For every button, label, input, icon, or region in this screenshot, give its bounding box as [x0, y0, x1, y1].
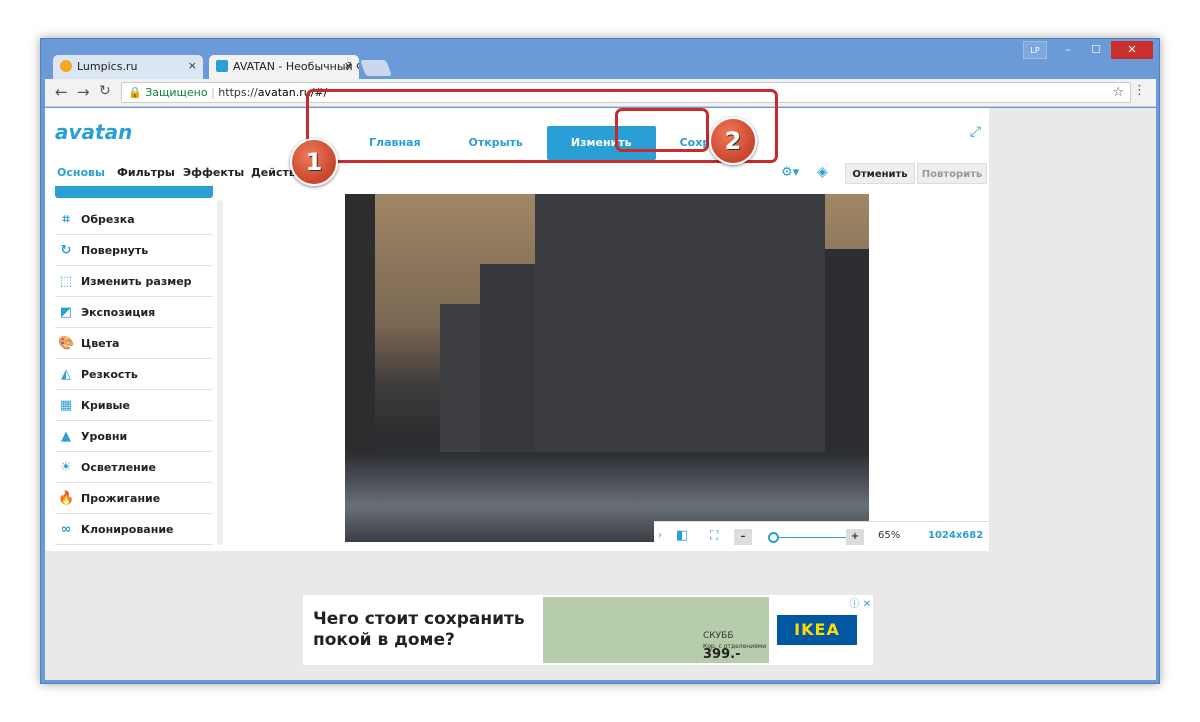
back-arrow-icon[interactable]: ←	[55, 83, 68, 101]
reload-icon[interactable]: ↻	[99, 83, 111, 99]
image-size: 1024x682	[928, 530, 984, 541]
avatan-app: avatan Главная Открыть Изменить Сохранит…	[45, 108, 989, 551]
sun-icon: ☀	[60, 460, 72, 475]
window-controls: LP – ☐ ✕	[1023, 41, 1153, 59]
avatan-favicon-icon	[216, 60, 228, 72]
step-badge-1: 1	[290, 138, 338, 186]
lock-icon: 🔒	[128, 86, 142, 99]
sidebar-top-button[interactable]	[55, 186, 213, 198]
forward-arrow-icon[interactable]: →	[77, 83, 90, 101]
address-separator: |	[211, 86, 215, 99]
sharpness-icon: ◭	[61, 367, 71, 382]
rotate-icon: ↻	[60, 243, 72, 258]
tab-title: AVATAN - Необычный Ф	[233, 60, 359, 73]
subnav-basics[interactable]: Основы	[57, 166, 105, 179]
fit-screen-icon[interactable]: ⛶	[710, 528, 718, 543]
tab-title: Lumpics.ru	[77, 60, 138, 73]
flame-icon: 🔥	[58, 491, 75, 506]
subnav-effects[interactable]: Эффекты	[183, 166, 244, 179]
tool-exposure[interactable]: ◩ Экспозиция	[55, 297, 213, 328]
tool-resize[interactable]: ⬚ Изменить размер	[55, 266, 213, 297]
ad-close-icon[interactable]: ⓘ ✕	[849, 595, 871, 610]
tab-avatan[interactable]: AVATAN - Необычный Ф ×	[209, 55, 359, 79]
zoom-in-button[interactable]: +	[846, 529, 864, 545]
compare-icon[interactable]: ◧	[676, 528, 688, 543]
title-bar: Lumpics.ru × AVATAN - Необычный Ф × LP –…	[41, 39, 1159, 79]
ad-banner[interactable]: Чего стоит сохранить покой в доме? СКУББ…	[303, 595, 873, 665]
levels-icon: ▲	[61, 429, 71, 444]
maximize-button[interactable]: ☐	[1083, 41, 1109, 59]
zoom-slider-track[interactable]	[774, 537, 846, 538]
tool-colors[interactable]: 🎨 Цвета	[55, 328, 213, 359]
tool-rotate[interactable]: ↻ Повернуть	[55, 235, 213, 266]
minimize-button[interactable]: –	[1055, 41, 1081, 59]
lumpics-favicon-icon	[60, 60, 72, 72]
sub-nav: Основы Фильтры Эффекты Действ ⚙▾ ◈ Отмен…	[45, 163, 989, 185]
photo-building-right	[825, 249, 869, 459]
tab-close-icon[interactable]: ×	[344, 59, 353, 72]
zoom-level: 65%	[878, 530, 901, 541]
highlight-save	[615, 108, 709, 152]
kebab-menu-icon[interactable]: ⋮	[1133, 83, 1146, 98]
palette-icon: 🎨	[58, 336, 75, 351]
photo-main-building	[535, 194, 825, 459]
photo-building	[440, 304, 480, 474]
photo-building	[480, 264, 535, 479]
tool-dodge[interactable]: ☀ Осветление	[55, 452, 213, 483]
redo-button[interactable]: Повторить	[917, 163, 987, 184]
tab-close-icon[interactable]: ×	[188, 59, 197, 72]
tool-clone[interactable]: ∞ Клонирование	[55, 514, 213, 545]
tool-burn[interactable]: 🔥 Прожигание	[55, 483, 213, 514]
exposure-icon: ◩	[59, 305, 73, 320]
subnav-filters[interactable]: Фильтры	[117, 166, 175, 179]
ad-headline: Чего стоит сохранить покой в доме?	[313, 609, 525, 650]
close-window-button[interactable]: ✕	[1111, 41, 1153, 59]
undo-button[interactable]: Отменить	[845, 163, 915, 184]
collapse-chevron-icon[interactable]: ›	[658, 530, 662, 541]
step-badge-2: 2	[709, 117, 757, 165]
url-scheme: https://	[218, 86, 258, 99]
tool-sharpness[interactable]: ◭ Резкость	[55, 359, 213, 390]
settings-gear-icon[interactable]: ⚙▾	[781, 165, 799, 180]
page-viewport: avatan Главная Открыть Изменить Сохранит…	[45, 108, 1156, 680]
tool-crop[interactable]: ⌗ Обрезка	[55, 204, 213, 235]
zoom-out-button[interactable]: –	[734, 529, 752, 545]
tools-sidebar: ⌗ Обрезка ↻ Повернуть ⬚ Изменить размер ◩ Эк…	[55, 186, 225, 549]
new-tab-button[interactable]	[360, 60, 392, 76]
tool-levels[interactable]: ▲ Уровни	[55, 421, 213, 452]
fullscreen-expand-icon[interactable]: ⤢	[970, 124, 981, 140]
clone-icon: ∞	[60, 522, 72, 537]
ad-price: 399.-	[703, 647, 741, 662]
canvas-photo[interactable]	[345, 194, 869, 542]
subnav-actions[interactable]: Действ	[251, 166, 296, 179]
ikea-logo: IKEA	[777, 615, 857, 645]
profile-button[interactable]: LP	[1023, 41, 1047, 59]
crop-icon: ⌗	[62, 212, 70, 227]
resize-icon: ⬚	[59, 274, 73, 289]
zoom-slider-handle[interactable]	[768, 532, 779, 543]
bookmark-star-icon[interactable]: ☆	[1112, 83, 1124, 102]
tool-curves[interactable]: ▦ Кривые	[55, 390, 213, 421]
zoom-bar: › ◧ ⛶ – + 65% 1024x682	[654, 521, 989, 551]
secure-label: Защищено	[145, 86, 208, 99]
avatan-logo[interactable]: avatan	[55, 120, 132, 144]
tab-lumpics[interactable]: Lumpics.ru ×	[53, 55, 203, 79]
layers-icon[interactable]: ◈	[817, 164, 828, 180]
curves-icon: ▦	[59, 398, 73, 413]
sidebar-scrollbar[interactable]	[217, 200, 223, 545]
